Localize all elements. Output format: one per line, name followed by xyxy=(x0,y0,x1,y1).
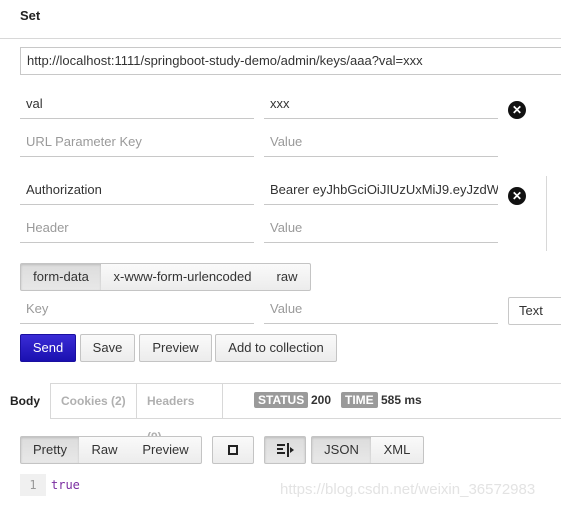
tab-headers[interactable]: Headers (9) xyxy=(137,383,223,444)
raw-view-button[interactable]: Raw xyxy=(79,436,131,464)
url-param-key-placeholder[interactable]: URL Parameter Key xyxy=(20,129,254,157)
fullscreen-button[interactable] xyxy=(212,436,254,464)
send-button[interactable]: Send xyxy=(20,334,76,362)
xml-format-button[interactable]: XML xyxy=(371,436,424,464)
tab-body[interactable]: Body xyxy=(0,383,51,419)
url-input[interactable]: http://localhost:1111/springboot-study-d… xyxy=(20,47,561,75)
panel-edge xyxy=(546,176,548,251)
form-data-tab[interactable]: form-data xyxy=(20,263,102,291)
status-badge: STATUS xyxy=(254,392,309,408)
section-title: Set xyxy=(20,8,41,23)
wrap-lines-icon xyxy=(277,443,294,457)
json-format-button[interactable]: JSON xyxy=(311,436,372,464)
add-to-collection-button[interactable]: Add to collection xyxy=(215,334,337,362)
param-key-input[interactable]: val xyxy=(20,91,254,119)
form-value-input[interactable]: Value xyxy=(264,296,498,324)
urlencoded-tab[interactable]: x-www-form-urlencoded xyxy=(101,263,265,291)
header-value-input[interactable]: Bearer eyJhbGciOiJIUzUxMiJ9.eyJzdW xyxy=(264,177,498,205)
time-badge: TIME xyxy=(341,392,378,408)
preview-view-button[interactable]: Preview xyxy=(130,436,202,464)
header-key-placeholder[interactable]: Header xyxy=(20,215,254,243)
remove-header-icon[interactable]: ✕ xyxy=(508,187,526,205)
divider xyxy=(0,38,561,39)
url-param-value-placeholder[interactable]: Value xyxy=(264,129,498,157)
header-value-placeholder[interactable]: Value xyxy=(264,215,498,243)
remove-param-icon[interactable]: ✕ xyxy=(508,101,526,119)
save-button[interactable]: Save xyxy=(80,334,135,362)
wrap-lines-button[interactable] xyxy=(264,436,306,464)
response-body-text: true xyxy=(51,478,80,492)
line-number: 1 xyxy=(20,474,46,496)
watermark-text: https://blog.csdn.net/weixin_36572983 xyxy=(280,481,536,498)
header-key-input[interactable]: Authorization xyxy=(20,177,254,205)
raw-tab[interactable]: raw xyxy=(264,263,311,291)
time-value: 585 ms xyxy=(381,393,422,407)
param-value-input[interactable]: xxx xyxy=(264,91,498,119)
fullscreen-icon xyxy=(228,445,238,455)
form-key-input[interactable]: Key xyxy=(20,296,254,324)
form-type-select[interactable]: Text xyxy=(508,297,561,325)
pretty-view-button[interactable]: Pretty xyxy=(20,436,80,464)
status-value: 200 xyxy=(311,393,332,407)
preview-button[interactable]: Preview xyxy=(139,334,212,362)
tab-cookies[interactable]: Cookies (2) xyxy=(51,383,137,419)
